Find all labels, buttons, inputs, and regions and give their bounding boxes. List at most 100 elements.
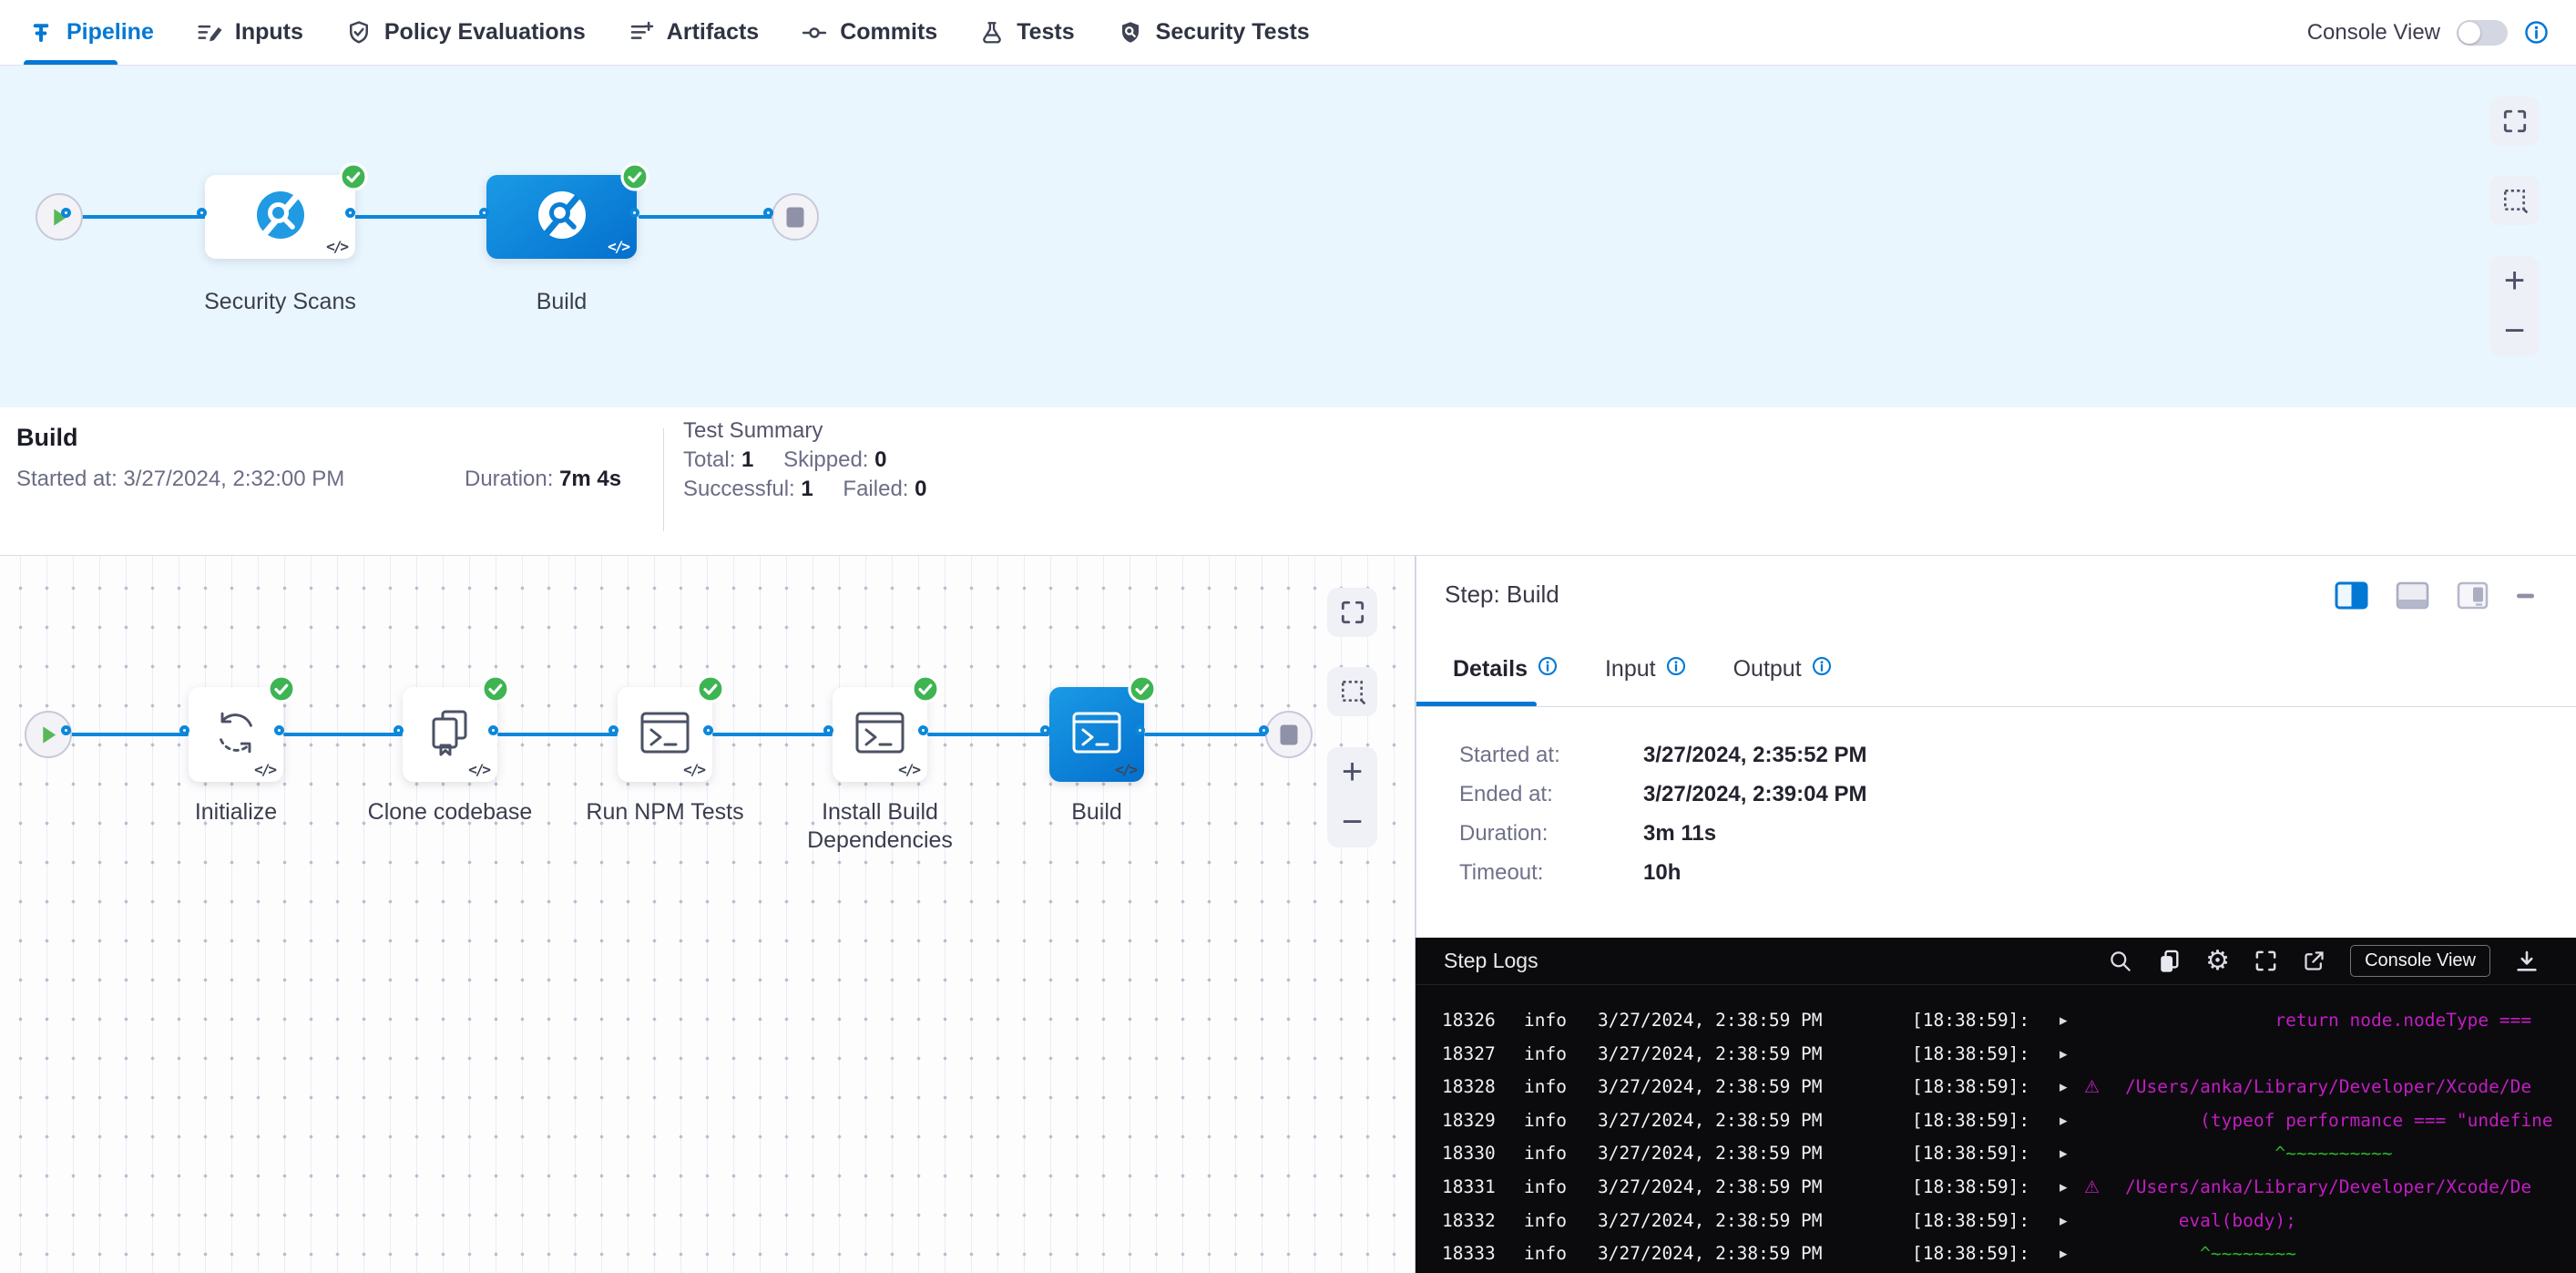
panel-view-controls bbox=[2335, 581, 2538, 610]
log-expand-arrow-icon[interactable]: ▸ bbox=[2060, 1112, 2068, 1130]
log-timestamp: [18:38:59]: bbox=[1912, 1210, 2029, 1231]
nav-right: Console View bbox=[2307, 20, 2549, 46]
success-check-icon bbox=[620, 162, 649, 196]
nav-tab-pipeline[interactable]: Pipeline bbox=[27, 0, 154, 65]
step-logs-panel: Step Logs ⚙ Console View bbox=[1416, 938, 2576, 1273]
bottom-view-icon[interactable] bbox=[2396, 581, 2429, 610]
tab-label: Details bbox=[1453, 656, 1528, 683]
log-expand-arrow-icon[interactable]: ▸ bbox=[2060, 1145, 2068, 1163]
console-view-toggle[interactable] bbox=[2457, 20, 2508, 46]
inputs-icon bbox=[196, 19, 223, 46]
tabs-divider bbox=[1416, 706, 2576, 707]
info-icon[interactable] bbox=[1812, 656, 1832, 683]
stage-end-node[interactable] bbox=[1265, 711, 1313, 758]
stage-label: Build bbox=[432, 288, 691, 316]
log-line: 18328 info 3/27/2024, 2:38:59 PM [18:38:… bbox=[1416, 1076, 2576, 1107]
step-node-install-build-dependencies[interactable]: </> bbox=[833, 687, 927, 782]
stage-node-security-scans[interactable]: </> bbox=[205, 175, 355, 259]
split-view-icon[interactable] bbox=[2335, 581, 2368, 610]
log-expand-arrow-icon[interactable]: ▸ bbox=[2060, 1045, 2068, 1063]
logs-console-view-button[interactable]: Console View bbox=[2350, 945, 2490, 977]
canvas-select-button[interactable] bbox=[2489, 176, 2540, 225]
download-logs-icon[interactable] bbox=[2514, 949, 2540, 974]
log-line-number: 18333 bbox=[1442, 1243, 1496, 1264]
pipeline-execution-page: Pipeline Inputs Policy Evaluations Artif… bbox=[0, 0, 2576, 1273]
tab-details[interactable]: Details bbox=[1453, 656, 1558, 683]
nav-tab-label: Inputs bbox=[235, 19, 303, 46]
step-node-build[interactable]: </> bbox=[1049, 687, 1144, 782]
logs-actions: ⚙ Console View bbox=[2108, 945, 2540, 977]
log-expand-arrow-icon[interactable]: ▸ bbox=[2060, 1078, 2068, 1096]
detail-value: 3m 11s bbox=[1643, 821, 1716, 847]
code-icon[interactable]: </> bbox=[468, 761, 489, 778]
code-icon[interactable]: </> bbox=[326, 238, 347, 255]
step-node-clone-codebase[interactable]: </> bbox=[403, 687, 497, 782]
log-expand-arrow-icon[interactable]: ▸ bbox=[2060, 1011, 2068, 1030]
pipeline-end-node[interactable] bbox=[772, 193, 819, 241]
step-logs-title: Step Logs bbox=[1444, 949, 1538, 973]
console-view-label: Console View bbox=[2307, 20, 2440, 46]
right-view-icon[interactable] bbox=[2457, 581, 2489, 610]
nav-tab-artifacts[interactable]: Artifacts bbox=[628, 0, 759, 65]
log-line-number: 18329 bbox=[1442, 1110, 1496, 1131]
code-icon[interactable]: </> bbox=[898, 761, 919, 778]
step-node-initialize[interactable]: </> bbox=[189, 687, 283, 782]
open-logs-external-icon[interactable] bbox=[2302, 949, 2326, 973]
edge-connector-dot bbox=[179, 725, 189, 735]
info-icon[interactable] bbox=[1666, 656, 1686, 683]
log-date: 3/27/2024, 2:38:59 PM bbox=[1598, 1110, 1823, 1131]
zoom-in-button[interactable]: + bbox=[1327, 747, 1377, 797]
detail-row: Duration: 3m 11s bbox=[1416, 821, 2576, 848]
logs-fullscreen-icon[interactable] bbox=[2254, 949, 2278, 973]
artifacts-icon bbox=[628, 19, 655, 46]
zoom-out-button[interactable]: − bbox=[2489, 306, 2540, 356]
edge-connector-dot bbox=[629, 208, 639, 218]
stage-summary: Build Started at: 3/27/2024, 2:32:00 PM … bbox=[0, 407, 2576, 556]
tab-input[interactable]: Input bbox=[1605, 656, 1686, 683]
code-icon[interactable]: </> bbox=[254, 761, 275, 778]
stage-node-build[interactable]: </> bbox=[486, 175, 637, 259]
nav-tab-label: Security Tests bbox=[1156, 19, 1310, 46]
pipeline-edge bbox=[639, 215, 772, 219]
lower-split: </>Initialize </>Clone codebase </>Run N… bbox=[0, 556, 2576, 1273]
zoom-out-button[interactable]: − bbox=[1327, 797, 1377, 847]
log-timestamp: [18:38:59]: bbox=[1912, 1176, 2029, 1197]
info-icon[interactable] bbox=[2524, 20, 2549, 45]
log-line: 18327 info 3/27/2024, 2:38:59 PM [18:38:… bbox=[1416, 1043, 2576, 1074]
info-icon[interactable] bbox=[1538, 656, 1558, 683]
zoom-in-button[interactable]: + bbox=[2489, 256, 2540, 306]
edge-connector-dot bbox=[1040, 725, 1050, 735]
log-line-number: 18330 bbox=[1442, 1143, 1496, 1164]
pipeline-edge bbox=[70, 733, 189, 736]
log-expand-arrow-icon[interactable]: ▸ bbox=[2060, 1245, 2068, 1263]
nav-tab-commits[interactable]: Commits bbox=[801, 0, 937, 65]
logs-settings-icon[interactable]: ⚙ bbox=[2205, 948, 2230, 975]
canvas-select-button[interactable] bbox=[1327, 667, 1377, 716]
code-icon[interactable]: </> bbox=[1115, 761, 1136, 778]
log-message: ^~~~~~~~~ bbox=[2200, 1243, 2296, 1264]
log-timestamp: [18:38:59]: bbox=[1912, 1143, 2029, 1164]
pipeline-edge bbox=[712, 733, 833, 736]
canvas-fullscreen-button[interactable] bbox=[2489, 97, 2540, 146]
step-logs-header: Step Logs ⚙ Console View bbox=[1416, 938, 2576, 985]
nav-tab-tests[interactable]: Tests bbox=[979, 0, 1074, 65]
code-icon[interactable]: </> bbox=[608, 238, 629, 255]
nav-tab-policy-evaluations[interactable]: Policy Evaluations bbox=[345, 0, 586, 65]
pipeline-edge bbox=[283, 733, 403, 736]
code-icon[interactable]: </> bbox=[683, 761, 704, 778]
log-date: 3/27/2024, 2:38:59 PM bbox=[1598, 1043, 1823, 1064]
nav-tab-inputs[interactable]: Inputs bbox=[196, 0, 303, 65]
log-expand-arrow-icon[interactable]: ▸ bbox=[2060, 1178, 2068, 1196]
copy-logs-icon[interactable] bbox=[2156, 949, 2182, 974]
search-logs-icon[interactable] bbox=[2108, 949, 2132, 973]
edge-connector-dot bbox=[763, 208, 773, 218]
nav-tab-security-tests[interactable]: Security Tests bbox=[1117, 0, 1310, 65]
tab-output[interactable]: Output bbox=[1733, 656, 1832, 683]
nav-tab-label: Policy Evaluations bbox=[384, 19, 586, 46]
pipeline-start-node[interactable] bbox=[36, 193, 83, 241]
log-expand-arrow-icon[interactable]: ▸ bbox=[2060, 1212, 2068, 1230]
collapse-panel-icon[interactable] bbox=[2516, 592, 2538, 600]
step-label: Run NPM Tests bbox=[551, 798, 779, 826]
step-node-run-npm-tests[interactable]: </> bbox=[618, 687, 712, 782]
canvas-fullscreen-button[interactable] bbox=[1327, 588, 1377, 637]
